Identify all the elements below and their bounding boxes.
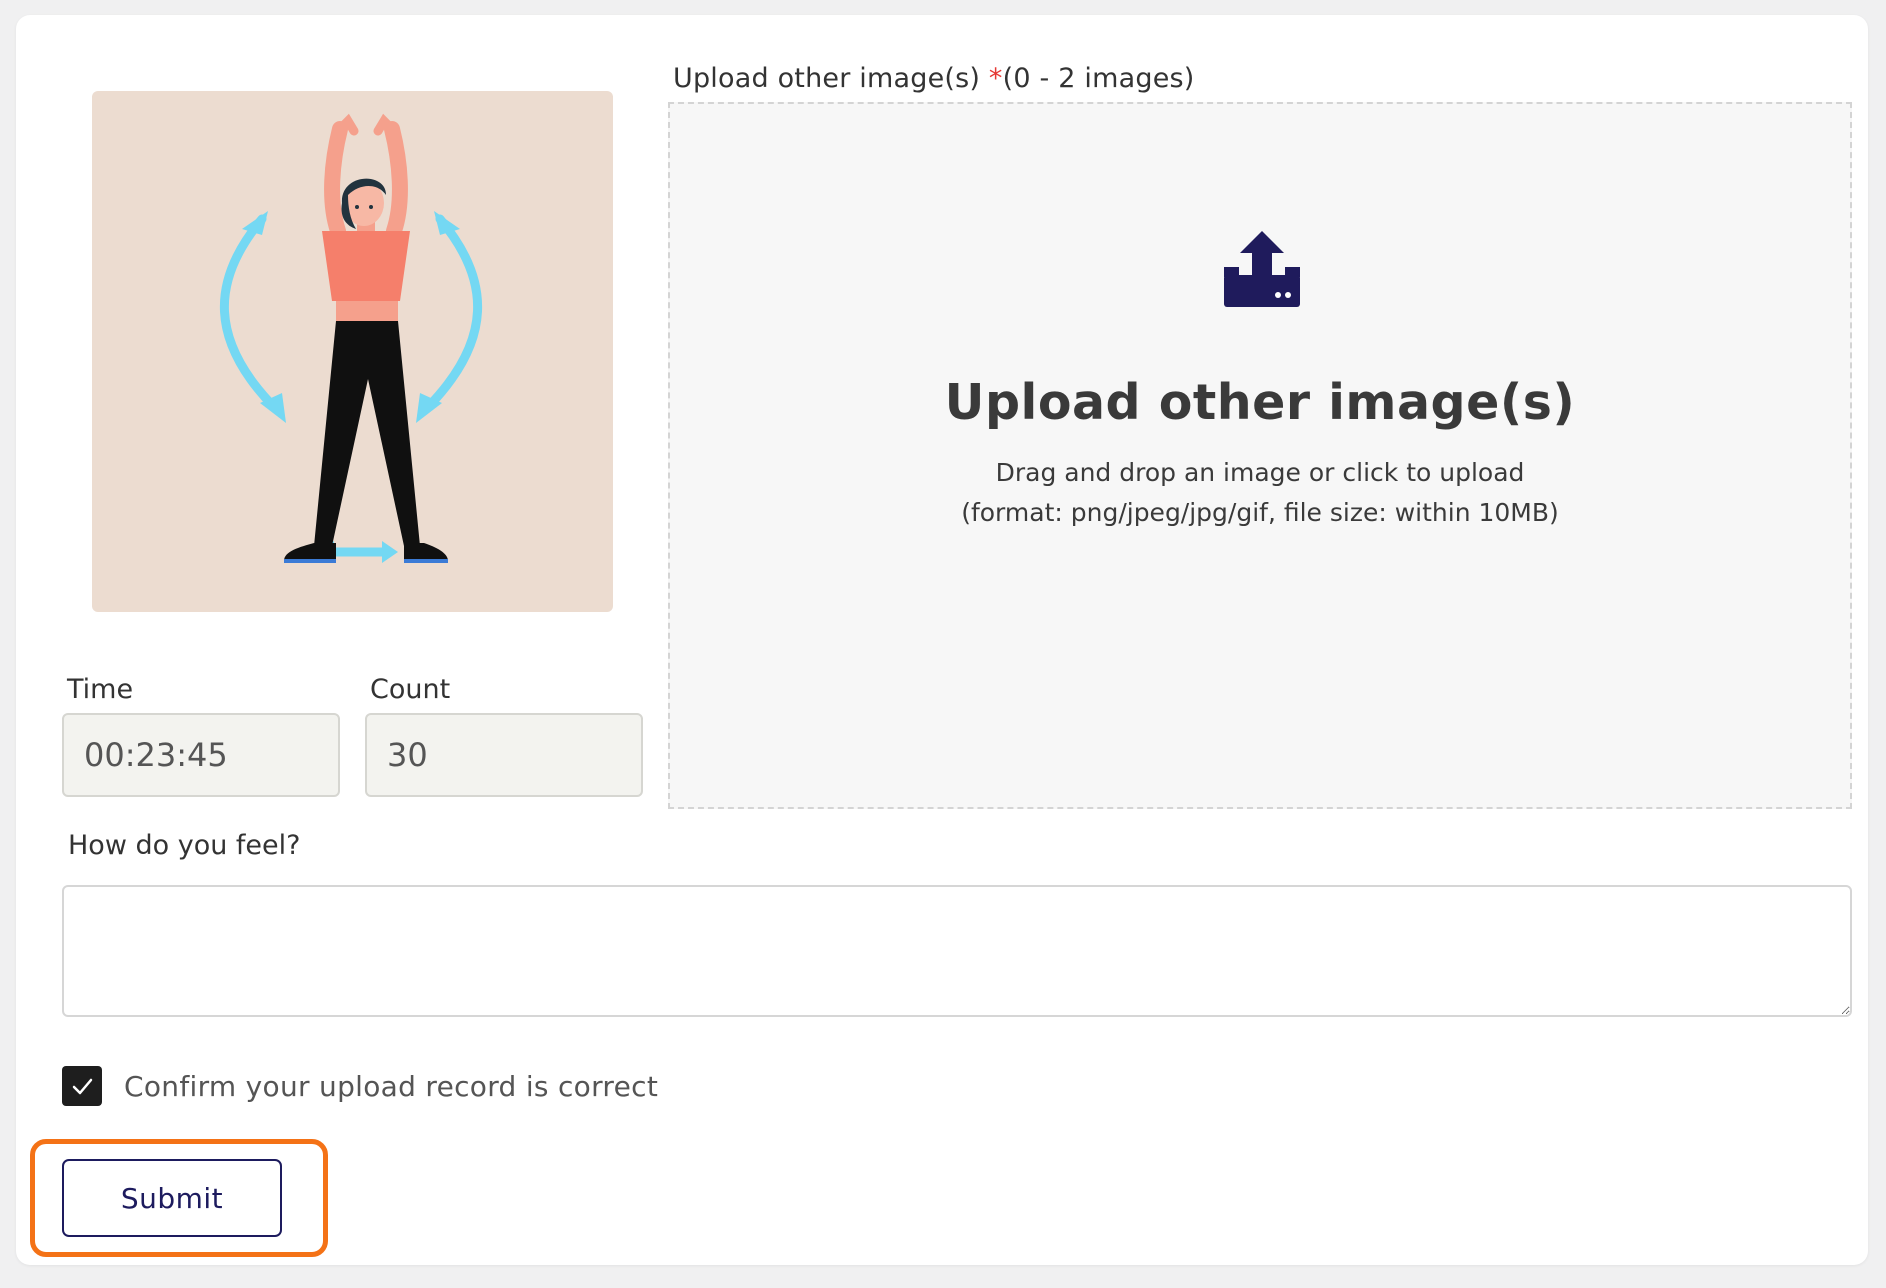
checkmark-icon: [72, 1078, 93, 1095]
time-input[interactable]: [62, 713, 340, 797]
dropzone-format-hint: (format: png/jpeg/jpg/gif, file size: wi…: [961, 498, 1559, 527]
upload-label-text: Upload other image(s): [673, 63, 989, 94]
count-input[interactable]: [365, 713, 643, 797]
required-asterisk: *: [988, 63, 1003, 94]
image-dropzone[interactable]: Upload other image(s) Drag and drop an i…: [668, 102, 1852, 809]
upload-tray-icon: [1224, 231, 1300, 307]
feel-textarea[interactable]: [62, 885, 1852, 1017]
jumping-jack-exercise-illustration: [220, 113, 482, 563]
count-label: Count: [370, 674, 451, 705]
feel-label: How do you feel?: [68, 830, 301, 861]
upload-field-label: Upload other image(s) *(0 - 2 images): [673, 63, 1195, 94]
exercise-illustration: [92, 91, 613, 612]
dropzone-title: Upload other image(s): [944, 374, 1576, 431]
upload-limit-text: (0 - 2 images): [1002, 63, 1195, 94]
upload-record-form: Upload other image(s) *(0 - 2 images) Up…: [16, 15, 1868, 1265]
confirm-checkbox[interactable]: [62, 1066, 102, 1106]
submit-button[interactable]: Submit: [62, 1159, 282, 1237]
confirm-label: Confirm your upload record is correct: [124, 1070, 659, 1103]
dropzone-hint: Drag and drop an image or click to uploa…: [995, 458, 1525, 487]
time-label: Time: [67, 674, 134, 705]
